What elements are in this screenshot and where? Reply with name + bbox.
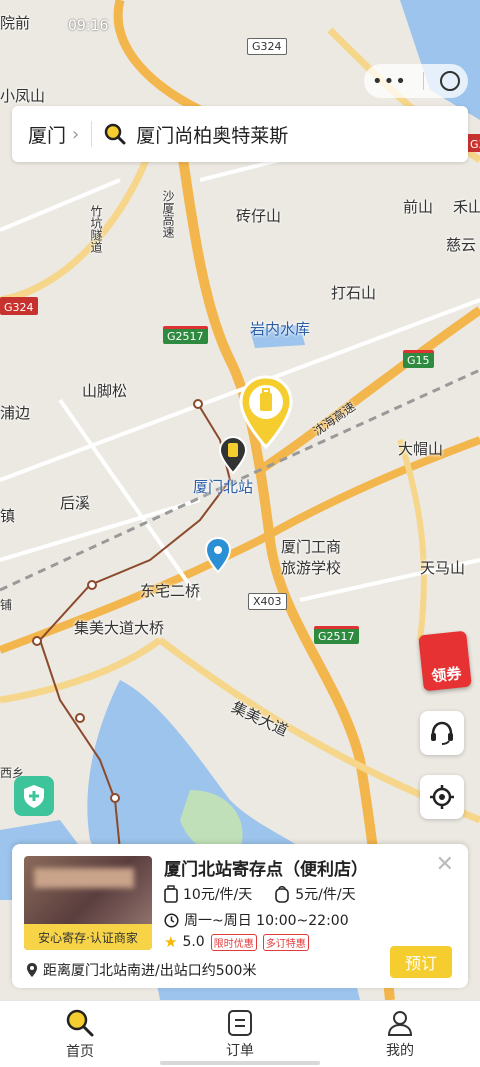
storage-pin-icon[interactable] [218,435,248,475]
map-label: 后溪 [60,494,91,512]
map-label: 山脚松 [82,382,128,400]
map-label: 集美大道大桥 [74,619,165,637]
map-label: 东宅二桥 [140,582,201,600]
map-label: 院前 [0,14,31,32]
search-input[interactable]: 厦门尚柏奥特莱斯 [136,121,288,148]
map-label: 厦门工商旅游学校 [281,538,342,577]
clock-icon [164,912,179,928]
shield-plus-icon [24,785,44,808]
road-shield: G324 [0,297,38,315]
coupon-button[interactable]: 领券 [418,630,472,692]
price-row: 10元/件/天 5元/件/天 [164,884,356,904]
distance-text: 距离厦门北站南进/出站口约500米 [43,963,257,979]
user-icon [387,1010,413,1036]
close-icon[interactable] [439,71,460,91]
miniprogram-capsule[interactable]: ••• [364,64,468,98]
customer-service-button[interactable] [420,711,464,755]
status-time: 09:16 [68,18,109,34]
map-label: 禾山 [453,198,480,216]
map-label: 沙厦高速 [161,190,175,238]
headset-icon [431,721,453,745]
map-label: 铺 [0,598,13,612]
search-icon [104,123,126,145]
storage-card[interactable]: 安心寄存·认证商家 厦门北站寄存点（便利店） ✕ 10元/件/天 5元/件/天 … [12,844,468,988]
safety-button[interactable] [14,776,54,816]
map-label: 打石山 [331,284,377,302]
road-shield: G324 [247,38,287,55]
map-label: 岩内水库 [250,320,311,338]
tab-bar: 首页 订单 我的 [0,1000,480,1067]
price-large: 10元/件/天 [183,887,253,903]
rating-row: ★ 5.0 限时优惠 多订特惠 [164,933,309,951]
tab-home[interactable]: 首页 [0,1001,160,1067]
order-icon [228,1009,252,1036]
road-shield: G2517 [163,326,208,344]
map-label: 慈云 [446,236,477,254]
road-shield: G324 [466,134,480,152]
home-indicator [160,1061,320,1065]
locate-button[interactable] [420,775,464,819]
map-label: 浦边 [0,404,31,422]
store-photo-blur [34,868,134,888]
price-small: 5元/件/天 [295,887,356,903]
station-label: 厦门北站 [193,478,254,496]
search-bar[interactable]: 厦门 › 厦门尚柏奥特莱斯 [12,106,468,162]
backpack-icon [275,886,290,903]
rating-value: 5.0 [182,934,205,950]
store-photo: 安心寄存·认证商家 [24,856,152,950]
suitcase-icon [164,885,178,903]
tab-label: 我的 [386,1042,414,1059]
map-label: 镇 [0,507,16,525]
pin-icon [27,963,37,977]
tab-orders[interactable]: 订单 [160,1001,320,1067]
map-label: 天马山 [420,559,466,577]
road-shield: X403 [248,593,287,610]
search-icon [66,1009,94,1036]
location-pin-icon [204,536,232,574]
store-title: 厦门北站寄存点（便利店） [164,860,368,880]
distance-row: 距离厦门北站南进/出站口约500米 [26,960,256,980]
book-button[interactable]: 预订 [390,946,452,978]
search-divider [91,121,93,147]
promo-tag: 限时优惠 [210,933,257,951]
tab-label: 首页 [66,1043,94,1060]
opening-hours: 周一~周日 10:00~22:00 [184,913,349,929]
road-shield: G15 [403,350,434,368]
map-label: 砖仔山 [236,207,282,225]
tab-profile[interactable]: 我的 [320,1001,480,1067]
chevron-right-icon: › [72,123,80,145]
promo-tag: 多订特惠 [262,933,309,951]
coupon-label: 领券 [430,664,463,686]
crosshair-icon [430,785,454,809]
tab-label: 订单 [226,1042,254,1059]
map-label: 竹坑隧道 [89,205,103,253]
certified-badge: 安心寄存·认证商家 [24,924,152,950]
hours-row: 周一~周日 10:00~22:00 [164,910,349,930]
capsule-divider [422,72,424,90]
city-selector[interactable]: 厦门 [28,121,66,148]
map-label: 前山 [403,198,434,216]
map-label: 小凤山 [0,87,46,105]
road-shield: G2517 [314,626,359,644]
more-icon[interactable]: ••• [372,71,407,92]
star-icon: ★ [164,933,178,951]
map-label: 大帽山 [398,440,444,458]
close-icon[interactable]: ✕ [436,852,454,877]
